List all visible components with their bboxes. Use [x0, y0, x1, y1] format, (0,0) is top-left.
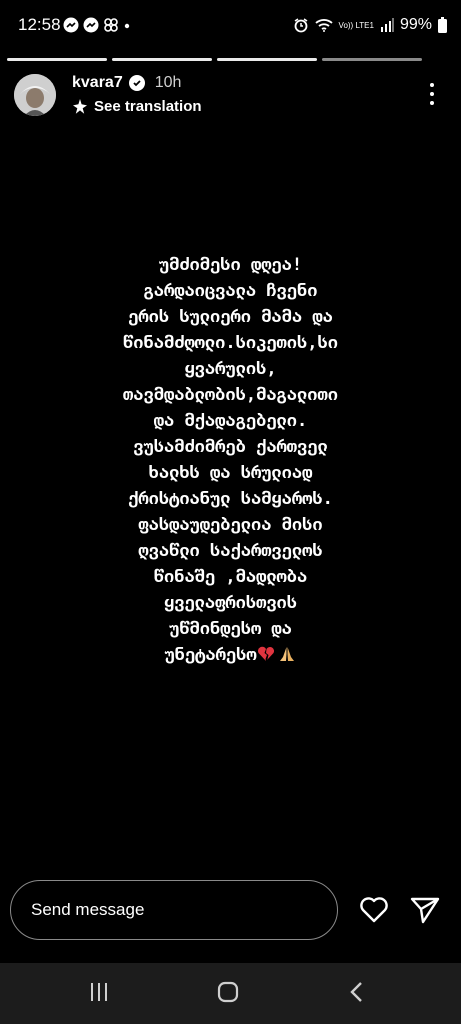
progress-segment — [322, 58, 422, 61]
reply-bar — [0, 868, 461, 963]
more-options-icon[interactable] — [422, 80, 442, 108]
dot-icon — [124, 23, 130, 29]
send-icon[interactable] — [408, 893, 442, 927]
see-translation-button[interactable]: See translation — [72, 98, 202, 115]
username[interactable]: kvara7 — [72, 74, 123, 92]
progress-segment — [7, 58, 107, 61]
wifi-icon — [314, 19, 333, 32]
notification-icons — [63, 16, 131, 34]
status-time: 12:58 — [18, 15, 61, 34]
network-label: Vo)) LTE1 — [338, 20, 374, 30]
battery-percent: 99% — [399, 16, 432, 33]
story-age: 10h — [154, 74, 182, 91]
story-progress — [7, 58, 422, 61]
messenger-icon — [63, 17, 79, 33]
heart-icon[interactable] — [357, 893, 391, 927]
verified-icon — [128, 75, 145, 91]
home-icon[interactable] — [208, 977, 248, 1007]
status-right: Vo)) LTE1 99% — [293, 14, 447, 36]
status-bar: 12:58 Vo)) LTE1 99% — [0, 0, 461, 50]
translate-icon — [73, 98, 87, 114]
story-text: უმძიმესი დღეა! გარდაიცვალა ჩვენი ერის სუ… — [123, 255, 338, 665]
progress-segment — [112, 58, 212, 61]
praying-hands-icon — [279, 647, 294, 661]
battery-icon — [438, 17, 447, 33]
system-nav-bar — [0, 963, 461, 1024]
signal-icon — [380, 18, 394, 32]
story-text-block: უმძიმესი დღეა! გარდაიცვალა ჩვენი ერის სუ… — [40, 252, 421, 668]
broken-heart-icon — [257, 646, 274, 661]
pinwheel-icon — [104, 18, 118, 32]
recents-icon[interactable] — [79, 977, 119, 1007]
story-header: kvara7 10h See translation — [14, 72, 444, 122]
send-message-input[interactable] — [10, 880, 338, 940]
story-viewer[interactable]: kvara7 10h See translation უმძიმესი დღეა… — [0, 50, 461, 868]
see-translation-label: See translation — [94, 98, 202, 115]
back-icon[interactable] — [337, 977, 377, 1007]
emoji-group — [257, 645, 297, 663]
user-row[interactable]: kvara7 10h — [72, 74, 181, 92]
alarm-icon — [294, 18, 307, 33]
progress-segment — [217, 58, 317, 61]
avatar[interactable] — [14, 74, 56, 116]
messenger-icon — [83, 17, 99, 33]
